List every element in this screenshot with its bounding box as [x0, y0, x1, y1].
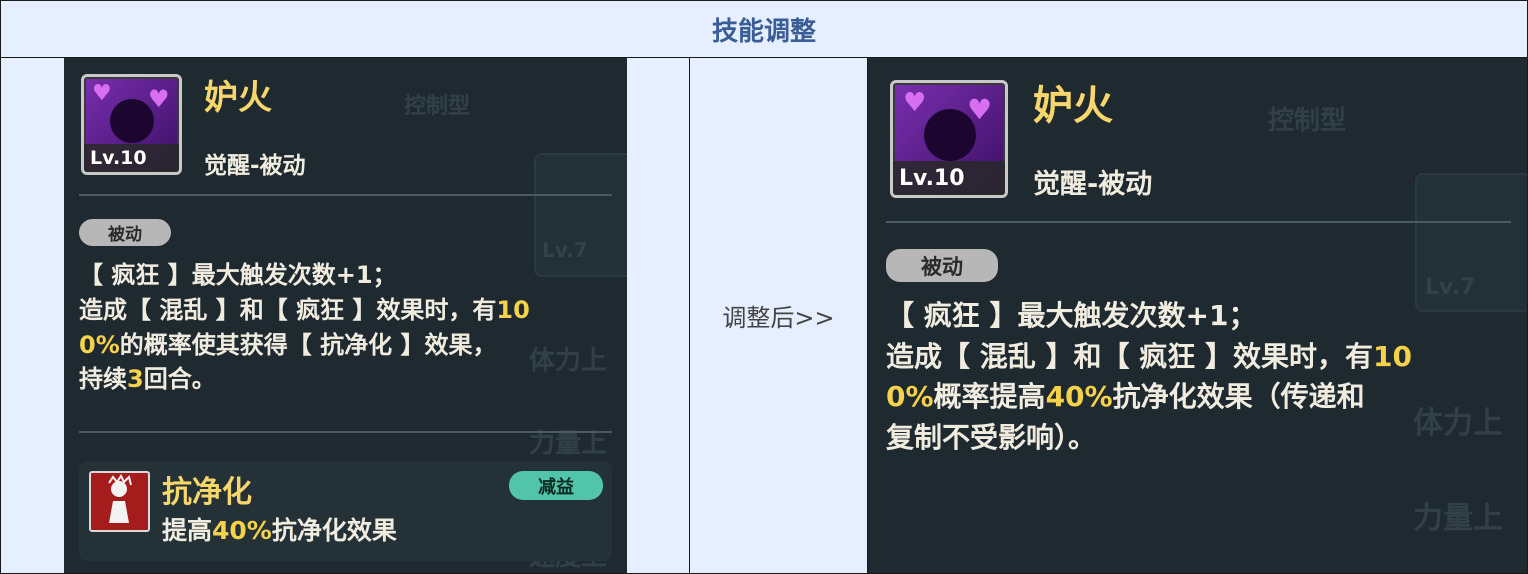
buff-card: 抗净化 减益 提高40%抗净化效果: [79, 461, 612, 561]
skill-name: 妒火: [1033, 83, 1113, 129]
before-screenshot: 控制型 Lv.7 体力上 力量上 速度上 ♥ ♥ Lv.10 妒火 觉醒-被动 …: [64, 58, 627, 573]
passive-tag: 被动: [886, 249, 998, 282]
desc-line: 【 疯狂 】最大触发次数+1；: [79, 261, 397, 289]
skill-portrait-icon: ♥ ♥ Lv.10: [890, 80, 1008, 198]
skill-level: Lv.10: [84, 143, 179, 172]
debuff-badge: 减益: [509, 471, 603, 500]
bg-text: 控制型: [1268, 106, 1347, 136]
table-header: 技能调整: [1, 1, 1527, 58]
bg-text: 控制型: [404, 94, 471, 119]
anti-purify-icon: [89, 471, 150, 532]
desc-line: 持续3回合。: [79, 365, 216, 394]
divider: [79, 431, 612, 433]
divider: [886, 221, 1511, 223]
buff-description: 提高40%抗净化效果: [162, 516, 397, 545]
skill-portrait-icon: ♥ ♥ Lv.10: [81, 74, 182, 175]
after-label: 调整后>>: [722, 304, 835, 332]
passive-tag: 被动: [79, 219, 171, 246]
desc-line: 复制不受影响）。: [886, 420, 1097, 454]
buff-name: 抗净化: [162, 475, 252, 510]
desc-line: 0%概率提高40%抗净化效果（传递和: [886, 380, 1365, 414]
bg-text: 力量上: [1413, 501, 1503, 536]
skill-type: 觉醒-被动: [1033, 169, 1153, 200]
skill-name: 妒火: [204, 78, 272, 118]
bg-text: 力量上: [529, 429, 608, 459]
desc-line: 【 疯狂 】最大触发次数+1；: [886, 299, 1257, 332]
desc-line: 造成【 混乱 】和【 疯狂 】效果时，有10: [79, 295, 530, 324]
desc-line: 0%的概率使其获得【 抗净化 】效果，: [79, 330, 497, 359]
desc-line: 造成【 混乱 】和【 疯狂 】效果时，有10: [886, 339, 1412, 373]
skill-description: 【 疯狂 】最大触发次数+1； 造成【 混乱 】和【 疯狂 】效果时，有10 0…: [79, 258, 619, 397]
skill-description: 【 疯狂 】最大触发次数+1； 造成【 混乱 】和【 疯狂 】效果时，有10 0…: [886, 296, 1526, 458]
after-screenshot: 控制型 Lv.7 体力上 力量上 ♥ ♥ Lv.10 妒火 觉醒-被动 被动 【…: [868, 58, 1527, 573]
skill-type: 觉醒-被动: [204, 153, 306, 179]
skill-level: Lv.10: [893, 161, 1005, 195]
divider: [79, 194, 612, 196]
comparison-table: 技能调整 控制型 Lv.7 体力上 力量上 速度上 ♥ ♥ Lv.10 妒火 觉…: [0, 0, 1528, 574]
